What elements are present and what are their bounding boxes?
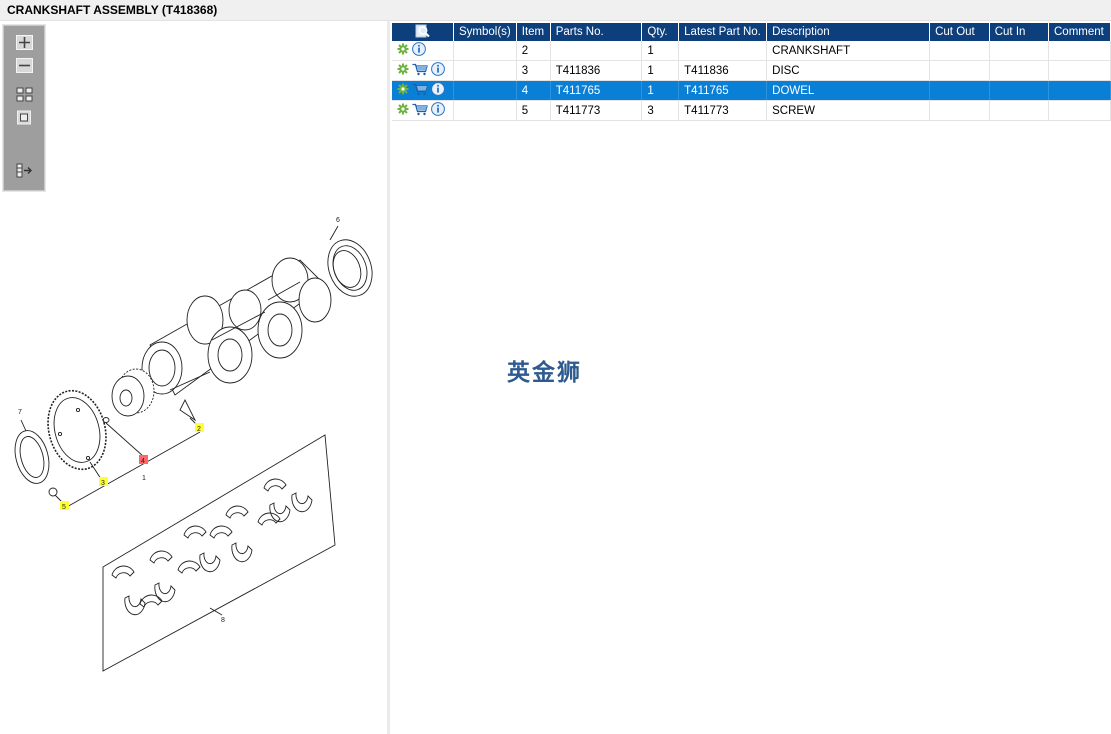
gear-icon[interactable] <box>397 83 409 98</box>
watermark: 英金狮 <box>507 360 582 386</box>
cell-parts-no <box>550 41 643 61</box>
cell-parts-no: T411836 <box>550 60 643 81</box>
info-icon[interactable] <box>431 82 445 99</box>
column-header-latest-part-no[interactable]: Latest Part No. <box>678 23 768 41</box>
cell-cut-out <box>929 80 990 101</box>
cell-cut-in <box>989 60 1050 81</box>
cell-description: CRANKSHAFT <box>766 41 931 61</box>
gear-icon[interactable] <box>397 103 409 118</box>
row-actions <box>392 60 454 81</box>
cell-qty: 3 <box>641 100 680 121</box>
cell-comment <box>1048 100 1111 121</box>
cell-latest-part-no: T411836 <box>678 60 768 81</box>
part-seal-7[interactable] <box>10 427 55 487</box>
table-row[interactable]: 3 T411836 1 T411836 DISC <box>392 60 1111 81</box>
cart-icon[interactable] <box>412 103 428 119</box>
cell-qty: 1 <box>641 80 680 101</box>
callout-4[interactable]: 4 <box>141 458 145 465</box>
export-list-icon[interactable] <box>16 163 33 178</box>
column-header-parts-no[interactable]: Parts No. <box>550 23 643 41</box>
column-header-description[interactable]: Description <box>766 23 931 41</box>
title-bar: CRANKSHAFT ASSEMBLY (T418368) <box>0 0 1111 21</box>
part-screw-5[interactable] <box>48 487 63 503</box>
search-icon[interactable] <box>415 24 431 41</box>
cell-description: DOWEL <box>766 80 931 101</box>
table-row[interactable]: 2 1 CRANKSHAFT <box>392 41 1111 61</box>
table-row[interactable]: 5 T411773 3 T411773 SCREW <box>392 100 1111 121</box>
cell-item: 4 <box>516 80 551 101</box>
cell-symbols <box>453 100 517 121</box>
cell-comment <box>1048 80 1111 101</box>
callout-8[interactable]: 8 <box>221 617 225 624</box>
cell-comment <box>1048 60 1111 81</box>
callout-1[interactable]: 1 <box>142 475 146 482</box>
cell-qty: 1 <box>641 41 680 61</box>
callout-6[interactable]: 6 <box>336 217 340 224</box>
zoom-out-icon[interactable] <box>16 58 33 73</box>
cell-cut-out <box>929 60 990 81</box>
cell-cut-in <box>989 100 1050 121</box>
gear-icon[interactable] <box>397 63 409 78</box>
exploded-view-drawing[interactable]: 2 4 3 5 1 6 7 8 <box>0 21 387 734</box>
cell-latest-part-no: T411765 <box>678 80 768 101</box>
cell-item: 2 <box>516 41 551 61</box>
parts-table: Symbol(s) Item Parts No. Qty. Latest Par… <box>392 23 1111 121</box>
window-title: CRANKSHAFT ASSEMBLY (T418368) <box>7 3 218 17</box>
zoom-in-icon[interactable] <box>16 35 33 50</box>
part-disc-3[interactable] <box>40 384 115 476</box>
info-icon[interactable] <box>412 42 426 59</box>
part-bearing-shells-8[interactable] <box>102 434 336 672</box>
cell-description: DISC <box>766 60 931 81</box>
drawing-toolbar <box>3 25 45 191</box>
illustration-pane[interactable]: 2 4 3 5 1 6 7 8 <box>0 21 387 734</box>
callout-3[interactable]: 3 <box>101 480 105 487</box>
cell-latest-part-no <box>678 41 768 61</box>
column-header-comment[interactable]: Comment <box>1048 23 1111 41</box>
cell-cut-in <box>989 80 1050 101</box>
column-header-item[interactable]: Item <box>516 23 551 41</box>
cell-comment <box>1048 41 1111 61</box>
row-actions <box>392 80 454 101</box>
table-header: Symbol(s) Item Parts No. Qty. Latest Par… <box>392 23 1111 41</box>
parts-list-pane: 英金狮 Symbol(s) Item Parts No. Qty. Latest… <box>390 21 1111 734</box>
callout-7[interactable]: 7 <box>18 409 22 416</box>
fit-all-icon[interactable] <box>16 87 33 102</box>
row-actions <box>392 41 454 61</box>
row-actions <box>392 100 454 121</box>
cell-symbols <box>453 60 517 81</box>
gear-icon[interactable] <box>397 43 409 58</box>
cell-item: 3 <box>516 60 551 81</box>
cell-qty: 1 <box>641 60 680 81</box>
part-gear[interactable] <box>111 368 155 417</box>
column-header-qty[interactable]: Qty. <box>641 23 680 41</box>
column-header-cut-out[interactable]: Cut Out <box>929 23 990 41</box>
info-icon[interactable] <box>431 102 445 119</box>
column-header-actions[interactable] <box>392 23 454 41</box>
callout-2[interactable]: 2 <box>197 426 201 433</box>
cell-item: 5 <box>516 100 551 121</box>
cell-latest-part-no: T411773 <box>678 100 768 121</box>
cell-cut-in <box>989 41 1050 61</box>
actual-size-icon[interactable] <box>16 110 33 125</box>
callout-5[interactable]: 5 <box>62 504 66 511</box>
column-header-symbols[interactable]: Symbol(s) <box>453 23 517 41</box>
cell-cut-out <box>929 41 990 61</box>
cart-icon[interactable] <box>412 83 428 99</box>
table-row[interactable]: 4 T411765 1 T411765 DOWEL <box>392 80 1111 101</box>
cell-parts-no: T411765 <box>550 80 643 101</box>
cell-description: SCREW <box>766 100 931 121</box>
column-header-cut-in[interactable]: Cut In <box>989 23 1050 41</box>
info-icon[interactable] <box>431 62 445 79</box>
part-crankshaft-2[interactable] <box>141 257 332 422</box>
cell-symbols <box>453 41 517 61</box>
cell-cut-out <box>929 100 990 121</box>
cart-icon[interactable] <box>412 63 428 79</box>
cell-symbols <box>453 80 517 101</box>
cell-parts-no: T411773 <box>550 100 643 121</box>
